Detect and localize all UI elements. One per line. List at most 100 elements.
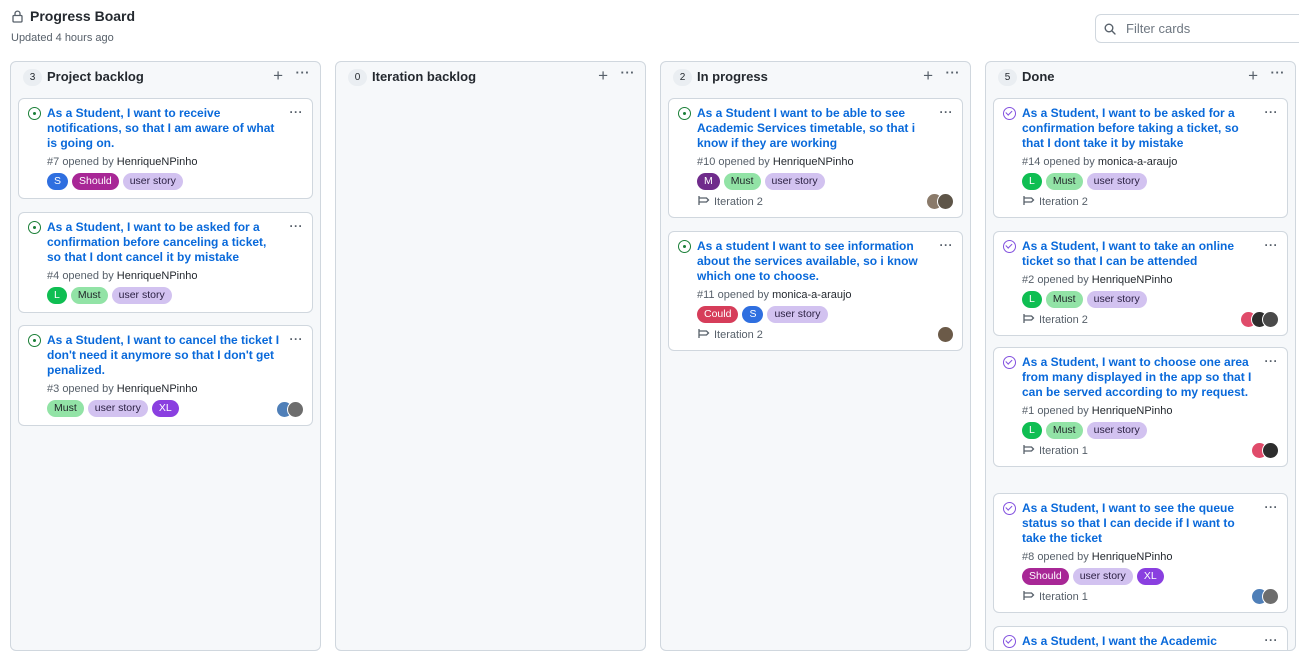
label-user-story[interactable]: user story <box>111 287 172 304</box>
card-title-link[interactable]: As a Student, I want to take an online t… <box>1022 239 1259 269</box>
label-l[interactable]: L <box>1022 422 1042 439</box>
add-card-button[interactable]: + <box>1248 67 1258 84</box>
author-link[interactable]: monica-a-araujo <box>772 289 851 301</box>
card-more-icon[interactable]: ··· <box>1265 355 1279 367</box>
column-more-icon[interactable]: ··· <box>946 65 961 80</box>
label-list: L Must user story <box>1022 422 1278 439</box>
author-link[interactable]: HenriqueNPinho <box>117 270 198 282</box>
label-l[interactable]: L <box>47 287 67 304</box>
label-could[interactable]: Could <box>697 306 739 323</box>
add-card-button[interactable]: + <box>598 67 608 84</box>
card[interactable]: As a Student, I want to see the queue st… <box>993 493 1288 613</box>
label-s[interactable]: S <box>47 173 69 190</box>
iteration-icon <box>1022 313 1039 327</box>
column-title: Iteration backlog <box>372 69 477 84</box>
card-title-row: As a student I want to see information a… <box>678 239 953 284</box>
label-user-story[interactable]: user story <box>1086 422 1147 439</box>
author-link[interactable]: HenriqueNPinho <box>773 156 854 168</box>
avatar[interactable] <box>937 326 954 343</box>
column-header: 0 Iteration backlog + ··· <box>336 62 645 92</box>
label-l[interactable]: L <box>1022 173 1042 190</box>
label-must[interactable]: Must <box>1045 422 1083 439</box>
card-title-link[interactable]: As a Student, I want to be asked for a c… <box>47 220 284 265</box>
card-more-icon[interactable]: ··· <box>290 333 304 345</box>
card-title-link[interactable]: As a Student, I want the Academic <box>1022 634 1259 649</box>
label-user-story[interactable]: user story <box>764 173 825 190</box>
card[interactable]: As a Student, I want to choose one area … <box>993 347 1288 467</box>
label-should[interactable]: Should <box>1022 568 1069 585</box>
opened-by-text: opened by <box>1043 156 1095 168</box>
author-link[interactable]: HenriqueNPinho <box>1092 274 1173 286</box>
label-must[interactable]: Must <box>1045 291 1083 308</box>
column-more-icon[interactable]: ··· <box>296 65 311 80</box>
author-link[interactable]: HenriqueNPinho <box>1092 551 1173 563</box>
opened-by-text: opened by <box>1037 405 1089 417</box>
card-more-icon[interactable]: ··· <box>1265 239 1279 251</box>
card-more-icon[interactable]: ··· <box>1265 106 1279 118</box>
card-title-link[interactable]: As a Student, I want to receive notifica… <box>47 106 284 151</box>
label-l[interactable]: L <box>1022 291 1042 308</box>
card-more-icon[interactable]: ··· <box>940 106 954 118</box>
issue-closed-icon <box>1003 635 1016 648</box>
label-m[interactable]: M <box>697 173 720 190</box>
avatar[interactable] <box>287 401 304 418</box>
opened-by-text: opened by <box>62 270 114 282</box>
column-more-icon[interactable]: ··· <box>1271 65 1286 80</box>
label-user-story[interactable]: user story <box>87 400 148 417</box>
label-must[interactable]: Must <box>70 287 108 304</box>
card[interactable]: As a Student, I want to be asked for a c… <box>993 98 1288 218</box>
label-s[interactable]: S <box>742 306 764 323</box>
iteration-icon <box>697 195 714 209</box>
filter-cards-input[interactable] <box>1124 20 1274 37</box>
avatar[interactable] <box>1262 442 1279 459</box>
card-title-row: As a Student, I want to see the queue st… <box>1003 501 1278 546</box>
card-title-row: As a Student, I want to cancel the ticke… <box>28 333 303 378</box>
issue-number: #3 <box>47 383 60 395</box>
column-more-icon[interactable]: ··· <box>621 65 636 80</box>
label-list: Could Suser story <box>697 306 953 323</box>
iteration-label: Iteration 1 <box>1039 445 1088 457</box>
card-more-icon[interactable]: ··· <box>1265 634 1279 646</box>
label-must[interactable]: Must <box>723 173 761 190</box>
iteration-field: Iteration 2 <box>697 328 953 342</box>
card[interactable]: As a Student, I want to cancel the ticke… <box>18 325 313 426</box>
card[interactable]: As a student I want to see information a… <box>668 231 963 351</box>
label-must[interactable]: Must <box>47 400 84 417</box>
filter-cards-field[interactable] <box>1095 14 1299 43</box>
label-xl[interactable]: XL <box>1136 568 1164 585</box>
label-user-story[interactable]: user story <box>122 173 183 190</box>
card-title-link[interactable]: As a student I want to see information a… <box>697 239 934 284</box>
card-title-link[interactable]: As a Student, I want to be asked for a c… <box>1022 106 1259 151</box>
card-title-link[interactable]: As a Student, I want to see the queue st… <box>1022 501 1259 546</box>
card[interactable]: As a Student, I want to be asked for a c… <box>18 212 313 313</box>
author-link[interactable]: HenriqueNPinho <box>117 383 198 395</box>
card[interactable]: As a Student I want to be able to see Ac… <box>668 98 963 218</box>
label-user-story[interactable]: user story <box>1086 173 1147 190</box>
card[interactable]: As a Student, I want to take an online t… <box>993 231 1288 336</box>
label-should[interactable]: Should <box>72 173 119 190</box>
card-meta: #3 opened by HenriqueNPinho <box>47 383 303 395</box>
card[interactable]: As a Student, I want the Academic ··· <box>993 626 1288 650</box>
author-link[interactable]: HenriqueNPinho <box>117 156 198 168</box>
author-link[interactable]: HenriqueNPinho <box>1092 405 1173 417</box>
label-user-story[interactable]: user story <box>767 306 828 323</box>
card-more-icon[interactable]: ··· <box>940 239 954 251</box>
label-user-story[interactable]: user story <box>1086 291 1147 308</box>
avatar[interactable] <box>1262 311 1279 328</box>
card-more-icon[interactable]: ··· <box>290 106 304 118</box>
card-more-icon[interactable]: ··· <box>290 220 304 232</box>
add-card-button[interactable]: + <box>923 67 933 84</box>
add-card-button[interactable]: + <box>273 67 283 84</box>
card-title-link[interactable]: As a Student, I want to choose one area … <box>1022 355 1259 400</box>
label-user-story[interactable]: user story <box>1072 568 1133 585</box>
avatar[interactable] <box>1262 588 1279 605</box>
label-xl[interactable]: XL <box>151 400 179 417</box>
card-title-link[interactable]: As a Student, I want to cancel the ticke… <box>47 333 284 378</box>
avatar[interactable] <box>937 193 954 210</box>
issue-open-icon <box>678 107 691 120</box>
card-more-icon[interactable]: ··· <box>1265 501 1279 513</box>
label-must[interactable]: Must <box>1045 173 1083 190</box>
card-title-link[interactable]: As a Student I want to be able to see Ac… <box>697 106 934 151</box>
author-link[interactable]: monica-a-araujo <box>1098 156 1177 168</box>
card[interactable]: As a Student, I want to receive notifica… <box>18 98 313 199</box>
